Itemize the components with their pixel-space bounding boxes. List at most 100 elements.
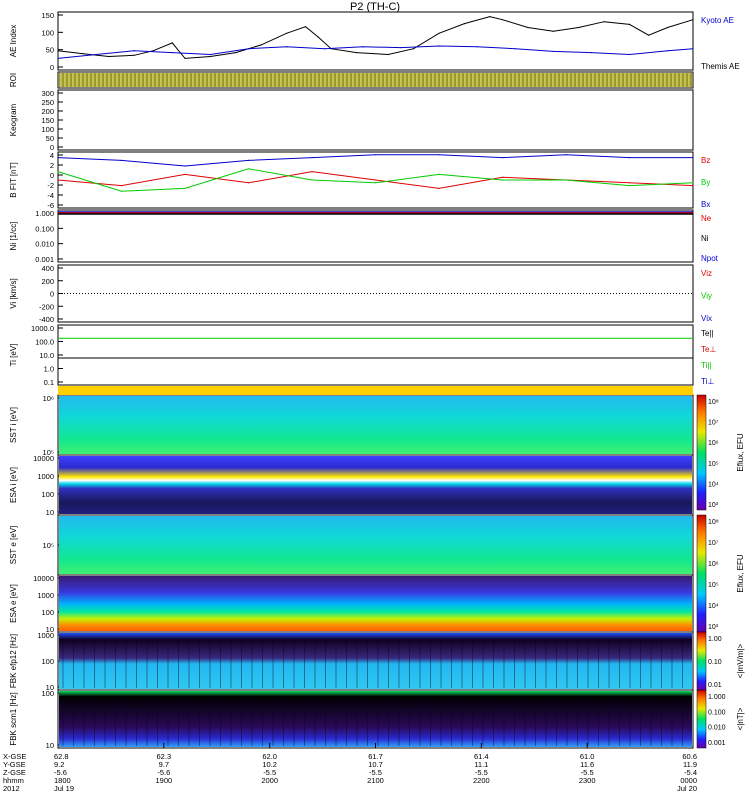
legend-bfield: Bx [701, 200, 710, 209]
point-ae [362, 46, 364, 48]
point-ae [527, 26, 529, 29]
ytick-bfield: 0 [50, 171, 54, 180]
ylabel-velocity: Vi [km/s] [9, 278, 18, 309]
fbk-efield-spectrogram [59, 633, 692, 689]
point-ae [463, 23, 465, 25]
colorbar-label: <|mV/m|> [736, 643, 745, 678]
colorbar-tick: 10⁷ [708, 420, 719, 427]
separator-bar [58, 386, 693, 395]
point-ae [355, 52, 357, 54]
legend-velocity: Vix [701, 314, 712, 323]
colorbar-tick: 0.010 [708, 725, 726, 732]
point-ae [628, 23, 631, 25]
point-bfield [311, 157, 313, 159]
point-ae [57, 50, 59, 52]
point-ae [628, 53, 631, 56]
ytick-sst_e: 10⁵ [43, 541, 54, 550]
colorbar-tick: 10⁴ [708, 603, 719, 610]
ytick-temperature: 1.0 [44, 365, 54, 374]
point-ae [400, 47, 402, 49]
point-ae [648, 34, 650, 36]
esa-ion-spectrogram [59, 456, 692, 514]
ytick-density: 0.100 [35, 224, 54, 233]
point-ae [305, 26, 307, 28]
point-bfield [501, 157, 504, 159]
point-ae [286, 46, 288, 48]
xaxis-value: 1900 [155, 776, 172, 785]
point-ae [57, 57, 59, 60]
colorbar-tick: 0.100 [708, 709, 726, 716]
legend-temperature: Ti|| [701, 361, 712, 370]
point-ae [603, 21, 605, 23]
xaxis-row-label: 2012 [3, 784, 20, 793]
colorbar-tick: 0.10 [708, 659, 722, 666]
point-ae [514, 48, 516, 50]
legend-ae: Kyoto AE [701, 16, 734, 25]
panel-ylabels: AE Index ROI Keogram B FIT [nT] Ni [1/cc] Vi … [9, 25, 18, 746]
point-ae [95, 53, 97, 56]
ytick-esa_e: 10000 [33, 574, 54, 583]
spectrograms [58, 73, 693, 747]
colorbar-tick: 0.001 [708, 740, 726, 747]
ylabel-esa_e: ESA e [eV] [9, 584, 18, 623]
point-bfield [565, 179, 567, 181]
point-bfield [247, 159, 250, 161]
point-bfield [374, 182, 377, 184]
legend-ae: Themis AE [701, 62, 740, 71]
ytick-sst_ion: 10⁶ [43, 394, 54, 403]
point-bfield [374, 179, 377, 181]
legend-density: Ne [701, 214, 712, 223]
point-bfield [184, 173, 186, 175]
point-bfield [311, 171, 313, 173]
ytick-temperature: 0.1 [44, 378, 54, 387]
panel-frame-density [57, 209, 694, 263]
point-bfield [311, 179, 313, 181]
ytick-bfield: 2 [50, 161, 54, 170]
colorbar-2 [696, 631, 707, 691]
point-bfield [692, 182, 694, 184]
point-ae [667, 26, 669, 29]
ytick-esa_ion: 1000 [37, 472, 54, 481]
panel-frame-keogram [57, 89, 694, 151]
colorbar-tick: 10⁶ [708, 440, 719, 447]
ylabel-sst_ion: SST i [eV] [9, 407, 18, 443]
legend-bfield: Bz [701, 156, 710, 165]
ytick-esa_ion: 100 [41, 490, 54, 499]
panel-legends: Kyoto AE Themis AE Bz By Bx Ne Ni Npot Viz Viy Vix… [701, 16, 740, 386]
point-ae [578, 26, 580, 29]
colorbar-label: Eflux, EFU [736, 554, 745, 592]
point-bfield [57, 171, 59, 173]
legend-velocity: Viy [701, 292, 712, 301]
data-series [57, 16, 694, 359]
point-ae [133, 50, 135, 52]
point-ae [476, 46, 478, 48]
point-ae [489, 16, 491, 18]
sst-ion-spectrogram [59, 396, 692, 454]
point-ae [438, 45, 440, 47]
ytick-velocity: -200 [39, 302, 54, 311]
point-ae [692, 19, 694, 21]
ylabel-keogram: Keogram [9, 103, 18, 136]
colorbar-tick: 10⁴ [708, 481, 719, 488]
ylabel-ae: AE Index [9, 25, 18, 57]
point-bfield [628, 157, 631, 159]
ylabel-roi: ROI [9, 73, 18, 87]
point-bfield [628, 182, 631, 184]
xaxis-value: 2000 [261, 776, 278, 785]
point-ae [133, 54, 135, 56]
panel-frame-velocity [57, 264, 694, 323]
legend-density: Npot [701, 254, 719, 263]
plot-title: P2 (TH-C) [350, 1, 400, 13]
ytick-esa_ion: 10 [46, 508, 54, 517]
colorbar-label: Eflux, EFU [736, 433, 745, 471]
ytick-velocity: 400 [41, 264, 54, 273]
xaxis-value: 2200 [473, 776, 490, 785]
colorbar-tick: 0.01 [708, 682, 722, 689]
point-ae [387, 53, 389, 56]
colorbar-tick: 10⁷ [708, 540, 719, 547]
point-bfield [692, 157, 694, 159]
point-bfield [628, 185, 631, 187]
ytick-density: 0.001 [35, 255, 54, 264]
sst-electron-spectrogram [59, 516, 692, 574]
point-bfield [120, 185, 123, 187]
